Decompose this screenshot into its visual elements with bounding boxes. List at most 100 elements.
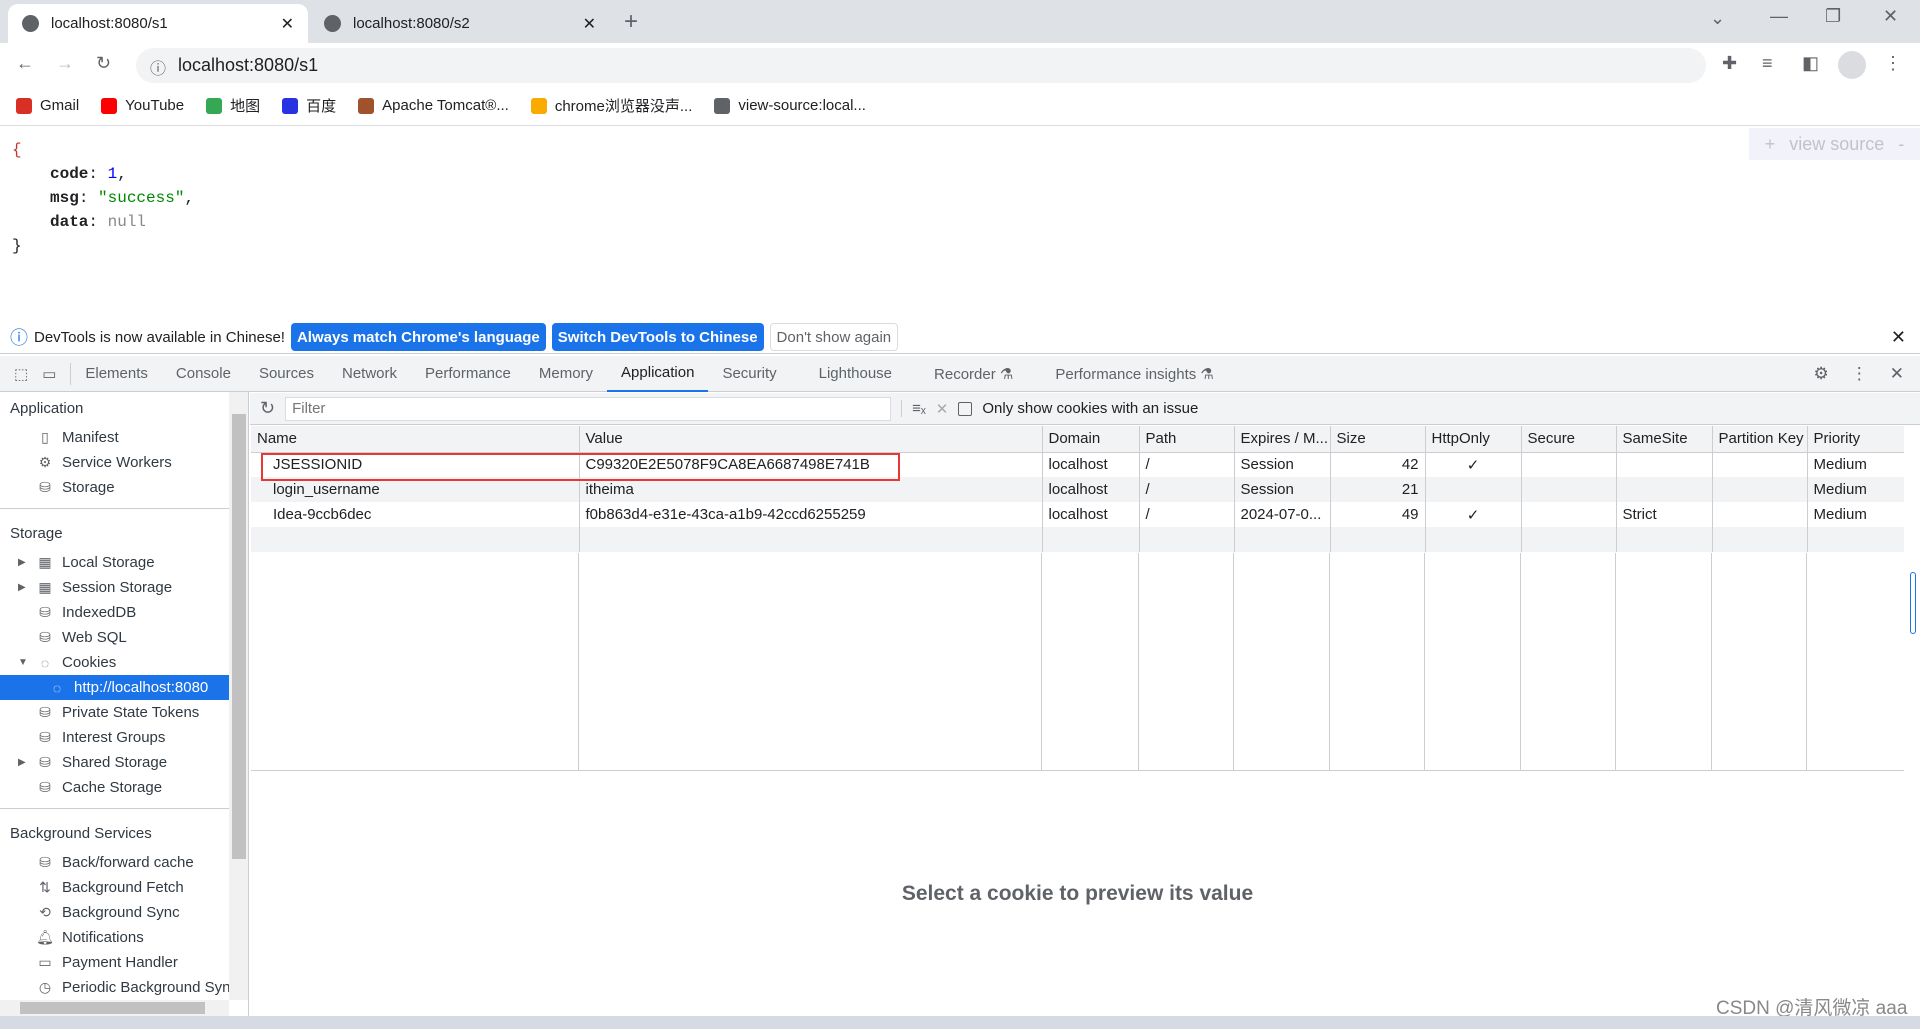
close-tab-icon[interactable]: ✕ (583, 14, 596, 34)
devtools-tab-sources[interactable]: Sources (245, 356, 328, 392)
media-icon[interactable]: ≡ (1762, 53, 1773, 74)
dont-show-again-button[interactable]: Don't show again (769, 323, 899, 351)
forward-button[interactable]: → (56, 53, 74, 74)
view-source-button[interactable]: + view source - (1749, 128, 1920, 160)
close-devtools-icon[interactable]: ✕ (1890, 364, 1904, 384)
settings-icon[interactable]: ⚙ (1814, 364, 1829, 384)
match-language-button[interactable]: Always match Chrome's language (290, 323, 546, 351)
restore-button[interactable]: ❐ (1825, 6, 1841, 27)
sidebar-item-local-storage[interactable]: ▶ ▦ Local Storage (0, 550, 248, 575)
expand-arrow-icon[interactable]: ▶ (18, 582, 28, 593)
column-header-expires-m[interactable]: Expires / M... (1234, 426, 1331, 453)
tab-s2[interactable]: localhost:8080/s2 ✕ (310, 4, 610, 43)
sidebar-item-back-forward-cache[interactable]: ⛁ Back/forward cache (0, 850, 248, 875)
devtools-tab-recorder[interactable]: Recorder ⚗ (906, 356, 1027, 392)
back-button[interactable]: ← (16, 53, 34, 74)
delete-selected-icon[interactable]: ✕ (936, 400, 949, 418)
column-header-samesite[interactable]: SameSite (1616, 426, 1713, 453)
sidebar-item-shared-storage[interactable]: ▶ ⛁ Shared Storage (0, 750, 248, 775)
table-row-empty (251, 527, 1905, 552)
bookmark-2[interactable]: 地图 (206, 95, 260, 116)
bookmark-6[interactable]: view-source:local... (714, 97, 866, 114)
resize-handle[interactable] (1910, 572, 1916, 634)
side-panel-icon[interactable]: ◧ (1802, 53, 1819, 74)
sidebar-scroll-thumb[interactable] (232, 414, 246, 859)
column-header-httponly[interactable]: HttpOnly (1425, 426, 1522, 453)
sidebar-item-session-storage[interactable]: ▶ ▦ Session Storage (0, 575, 248, 600)
more-icon[interactable]: ⋮ (1851, 364, 1868, 384)
close-tab-icon[interactable]: ✕ (281, 14, 294, 34)
expand-arrow-icon[interactable]: ▶ (18, 557, 28, 568)
address-bar[interactable]: ⓘ localhost:8080/s1 (136, 48, 1706, 83)
devtools-tab-performance[interactable]: Performance (411, 356, 525, 392)
column-header-priority[interactable]: Priority (1807, 426, 1905, 453)
sidebar-item-periodic-background-sync[interactable]: ◷ Periodic Background Sync (0, 975, 248, 1000)
youtube-icon (101, 97, 118, 114)
devtools-tab-elements[interactable]: Elements (71, 356, 162, 392)
only-issues-checkbox[interactable] (958, 401, 973, 416)
sidebar-hscrollbar[interactable] (0, 1000, 229, 1016)
table-row[interactable]: Idea-9ccb6dec f0b863d4-e31e-43ca-a1b9-42c… (251, 502, 1905, 527)
sidebar-item-service-workers[interactable]: ⚙ Service Workers (0, 450, 248, 475)
menu-icon[interactable]: ⋮ (1884, 53, 1902, 74)
devtools-tab-network[interactable]: Network (328, 356, 411, 392)
sidebar-item-indexeddb[interactable]: ⛁ IndexedDB (0, 600, 248, 625)
sidebar-item-label: IndexedDB (62, 604, 137, 621)
bookmark-0[interactable]: Gmail (16, 97, 79, 114)
sidebar-item-private-state-tokens[interactable]: ⛁ Private State Tokens (0, 700, 248, 725)
devtools-tab-memory[interactable]: Memory (525, 356, 607, 392)
profile-avatar[interactable] (1838, 51, 1866, 79)
column-header-secure[interactable]: Secure (1521, 426, 1617, 453)
bookmark-3[interactable]: 百度 (282, 95, 336, 116)
sidebar-item-background-sync[interactable]: ⟲ Background Sync (0, 900, 248, 925)
column-header-path[interactable]: Path (1139, 426, 1235, 453)
switch-chinese-button[interactable]: Switch DevTools to Chinese (551, 323, 764, 351)
tab-search-icon[interactable]: ⌄ (1710, 8, 1725, 29)
sidebar-item-interest-groups[interactable]: ⛁ Interest Groups (0, 725, 248, 750)
devtools-tab-application[interactable]: Application (607, 356, 709, 392)
sidebar-item-cookies[interactable]: ▼ ◌ Cookies (0, 650, 248, 675)
expand-arrow-icon[interactable]: ▶ (18, 757, 28, 768)
devtools-tab-lighthouse[interactable]: Lighthouse (791, 356, 906, 392)
sidebar-item-http-localhost-8080[interactable]: ◌ http://localhost:8080 (0, 675, 248, 700)
devtools-tab-performance-insights[interactable]: Performance insights ⚗ (1027, 356, 1228, 392)
cell-partition-key (1712, 477, 1808, 502)
cell-priority: Medium (1807, 477, 1905, 502)
column-header-value[interactable]: Value (579, 426, 1043, 453)
sidebar-item-cache-storage[interactable]: ⛁ Cache Storage (0, 775, 248, 800)
close-infobar-icon[interactable]: ✕ (1891, 327, 1906, 348)
device-toolbar-icon[interactable]: ▭ (42, 362, 72, 385)
cell-size: 49 (1330, 502, 1426, 527)
filter-input[interactable] (285, 396, 892, 421)
close-window-button[interactable]: ✕ (1883, 6, 1898, 27)
sidebar-item-icon: ⛁ (39, 604, 51, 620)
minimize-button[interactable]: — (1770, 6, 1788, 27)
inspect-icon[interactable]: ⬚ (0, 356, 42, 392)
expand-arrow-icon[interactable]: ▼ (18, 657, 28, 668)
sidebar-item-web-sql[interactable]: ⛁ Web SQL (0, 625, 248, 650)
refresh-icon[interactable]: ↻ (260, 398, 275, 419)
sidebar-item-label: Shared Storage (62, 754, 168, 771)
tab-s1[interactable]: localhost:8080/s1 ✕ (8, 4, 308, 43)
sidebar-section-background-services: Background Services (10, 825, 152, 842)
bookmark-5[interactable]: chrome浏览器没声... (530, 95, 692, 116)
sidebar-item-notifications[interactable]: 🔔︎ Notifications (0, 925, 248, 950)
column-header-size[interactable]: Size (1330, 426, 1426, 453)
new-tab-button[interactable]: + (624, 8, 638, 36)
devtools-tab-console[interactable]: Console (162, 356, 245, 392)
sidebar-item-manifest[interactable]: ▯ Manifest (0, 425, 248, 450)
sidebar-item-icon: ▭ (38, 954, 52, 970)
devtools-tab-security[interactable]: Security (708, 356, 790, 392)
clear-filtered-icon[interactable]: ≡ₓ (901, 400, 926, 417)
sidebar-item-payment-handler[interactable]: ▭ Payment Handler (0, 950, 248, 975)
sidebar-item-storage[interactable]: ⛁ Storage (0, 475, 248, 500)
extensions-icon[interactable]: ✚ (1722, 53, 1737, 74)
sidebar-item-label: http://localhost:8080 (74, 679, 209, 696)
column-header-partition-key[interactable]: Partition Key (1712, 426, 1808, 453)
column-header-name[interactable]: Name (251, 426, 580, 453)
bookmark-1[interactable]: YouTube (101, 97, 184, 114)
bookmark-4[interactable]: Apache Tomcat®... (358, 97, 509, 114)
sidebar-item-background-fetch[interactable]: ⇅ Background Fetch (0, 875, 248, 900)
reload-button[interactable]: ↻ (96, 53, 111, 74)
column-header-domain[interactable]: Domain (1042, 426, 1140, 453)
